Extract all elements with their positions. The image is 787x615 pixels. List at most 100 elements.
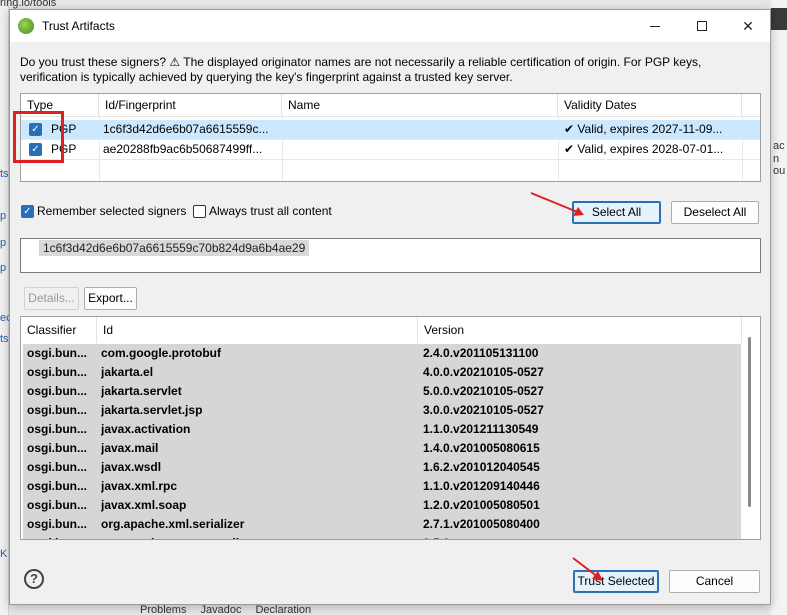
artifact-table[interactable]: Classifier Id Version osgi.bun... com.goo…: [20, 316, 761, 540]
signer-table-header: Type Id/Fingerprint Name Validity Dates: [21, 94, 760, 117]
close-icon: ✕: [742, 17, 754, 34]
artifact-classifier: osgi.bun...: [27, 534, 95, 539]
artifact-row[interactable]: osgi.bun... jakarta.servlet.jsp 3.0.0.v202…: [23, 401, 741, 420]
column-header-version[interactable]: Version: [418, 317, 742, 343]
artifact-version: 2.7.1.v201005080400: [423, 517, 540, 531]
column-header-name[interactable]: Name: [282, 94, 558, 117]
signer-validity: ✔ Valid, expires 2028-07-01...: [564, 140, 723, 159]
artifact-row[interactable]: osgi.bun... org.apache.xml.serializer 2.7.…: [23, 515, 741, 534]
artifact-id: jakarta.servlet.jsp: [101, 403, 203, 417]
minimize-button[interactable]: [633, 10, 677, 42]
signer-validity: ✔ Valid, expires 2027-11-09...: [564, 120, 722, 139]
artifact-id: org.apache.commons.discovery: [101, 534, 416, 539]
background-left-fragment: p: [0, 210, 7, 222]
artifact-classifier: osgi.bun...: [27, 346, 87, 360]
artifact-version: 4.0.0.v20210105-0527: [423, 365, 544, 379]
artifact-id: com.google.protobuf: [101, 346, 221, 360]
annotation-arrow: [530, 192, 584, 216]
deselect-all-button[interactable]: Deselect All: [671, 201, 759, 224]
background-right-panel: ac n ou: [771, 0, 787, 615]
artifact-version: 1.1.0.v201209140446: [423, 479, 540, 493]
details-button[interactable]: Details...: [24, 287, 79, 310]
artifact-id: javax.xml.rpc: [101, 479, 178, 493]
artifact-version: 2.4.0.v201105131100: [423, 346, 539, 360]
artifact-row[interactable]: osgi.bun... jakarta.servlet 5.0.0.v2021010…: [23, 382, 741, 401]
background-right-fragment: ac: [773, 140, 785, 152]
artifact-version: 1.2.0.v201005080501: [423, 498, 540, 512]
always-trust-checkbox[interactable]: [193, 205, 206, 218]
artifact-id: javax.activation: [101, 422, 191, 436]
close-button[interactable]: ✕: [726, 10, 770, 42]
signer-table[interactable]: Type Id/Fingerprint Name Validity Dates …: [20, 93, 761, 182]
remember-signers-checkbox[interactable]: ✓: [21, 205, 34, 218]
annotation-arrow: [572, 557, 603, 581]
artifact-row[interactable]: osgi.bun... javax.xml.rpc 1.1.0.v201209140…: [23, 477, 741, 496]
artifact-version: 5.0.0.v20210105-0527: [423, 384, 544, 398]
valid-check-icon: ✔: [564, 122, 575, 136]
artifact-classifier: osgi.bun...: [27, 422, 87, 436]
background-left-strip: [0, 0, 9, 615]
remember-signers-label: Remember selected signers: [37, 204, 187, 218]
signer-validity-text: Valid, expires 2028-07-01...: [577, 142, 724, 156]
maximize-button[interactable]: [680, 10, 724, 42]
artifact-classifier: osgi.bun...: [27, 365, 87, 379]
background-right-fragment: n ou: [773, 153, 786, 177]
background-left-fragment: ts: [0, 333, 9, 345]
artifact-row[interactable]: osgi.bun... javax.activation 1.1.0.v201211…: [23, 420, 741, 439]
signer-row[interactable]: ✓ PGP 1c6f3d42d6e6b07a6615559c... ✔ Vali…: [21, 120, 760, 139]
help-icon[interactable]: ?: [24, 569, 44, 589]
column-header-classifier[interactable]: Classifier: [21, 317, 97, 343]
export-button[interactable]: Export...: [84, 287, 137, 310]
background-left-fragment: K: [0, 548, 8, 560]
artifact-row[interactable]: osgi.bun... javax.xml.soap 1.2.0.v20100508…: [23, 496, 741, 515]
column-header-artifact-id[interactable]: Id: [97, 317, 418, 343]
artifact-row[interactable]: osgi.bun... org.apache.commons.discovery 0…: [23, 534, 741, 539]
maximize-icon: [697, 21, 707, 31]
fingerprint-text: 1c6f3d42d6e6b07a6615559c70b824d9a6b4ae29: [39, 240, 310, 256]
fingerprint-display[interactable]: 1c6f3d42d6e6b07a6615559c70b824d9a6b4ae29: [20, 238, 761, 273]
valid-check-icon: ✔: [564, 142, 575, 156]
signer-name: [286, 120, 554, 139]
artifact-classifier: osgi.bun...: [27, 460, 87, 474]
column-header-id[interactable]: Id/Fingerprint: [99, 94, 282, 117]
background-scrollbar: [771, 8, 787, 30]
artifact-classifier: osgi.bun...: [27, 384, 87, 398]
eclipse-icon: [18, 18, 34, 34]
artifact-version: 3.0.0.v20210105-0527: [423, 403, 544, 417]
title-bar: Trust Artifacts ✕: [10, 10, 770, 42]
vertical-scrollbar[interactable]: [748, 337, 751, 507]
signer-fingerprint: 1c6f3d42d6e6b07a6615559c...: [103, 122, 269, 136]
dialog-title: Trust Artifacts: [42, 19, 115, 33]
artifact-row[interactable]: osgi.bun... jakarta.el 4.0.0.v20210105-052…: [23, 363, 741, 382]
background-left-fragment: ts: [0, 168, 9, 180]
artifact-version: 1.6.2.v201012040545: [423, 460, 540, 474]
signer-validity-text: Valid, expires 2027-11-09...: [577, 122, 723, 136]
artifact-version: 1.4.0.v201005080615: [423, 441, 540, 455]
artifact-id: jakarta.el: [101, 365, 154, 379]
artifact-classifier: osgi.bun...: [27, 517, 87, 531]
artifact-id: javax.xml.soap: [101, 498, 187, 512]
signer-fingerprint: ae20288fb9ac6b50687499ff...: [103, 142, 263, 156]
always-trust-label: Always trust all content: [209, 204, 332, 218]
artifact-table-header: Classifier Id Version: [21, 317, 760, 343]
artifact-version: 0.5.0...: [423, 534, 733, 539]
column-header-validity[interactable]: Validity Dates: [558, 94, 742, 117]
signer-row[interactable]: ✓ PGP ae20288fb9ac6b50687499ff... ✔ Vali…: [21, 140, 760, 159]
artifact-classifier: osgi.bun...: [27, 441, 87, 455]
artifact-row[interactable]: osgi.bun... com.google.protobuf 2.4.0.v201…: [23, 344, 741, 363]
artifact-row[interactable]: osgi.bun... javax.wsdl 1.6.2.v201012040545: [23, 458, 741, 477]
trust-artifacts-dialog: Trust Artifacts ✕ Do you trust these sig…: [9, 9, 771, 605]
trust-message: Do you trust these signers? ⚠ The displa…: [20, 55, 702, 84]
artifact-id: javax.mail: [101, 441, 159, 455]
artifact-id: javax.wsdl: [101, 460, 162, 474]
artifact-row[interactable]: osgi.bun... javax.mail 1.4.0.v201005080615: [23, 439, 741, 458]
artifact-version: 1.1.0.v201211130549: [423, 422, 539, 436]
signer-name: [286, 140, 554, 159]
artifact-classifier: osgi.bun...: [27, 479, 87, 493]
artifact-classifier: osgi.bun...: [27, 403, 87, 417]
artifact-classifier: osgi.bun...: [27, 498, 87, 512]
background-left-fragment: p: [0, 237, 7, 249]
annotation-highlight-box: [13, 111, 64, 163]
cancel-button[interactable]: Cancel: [669, 570, 760, 593]
background-left-fragment: p: [0, 262, 7, 274]
